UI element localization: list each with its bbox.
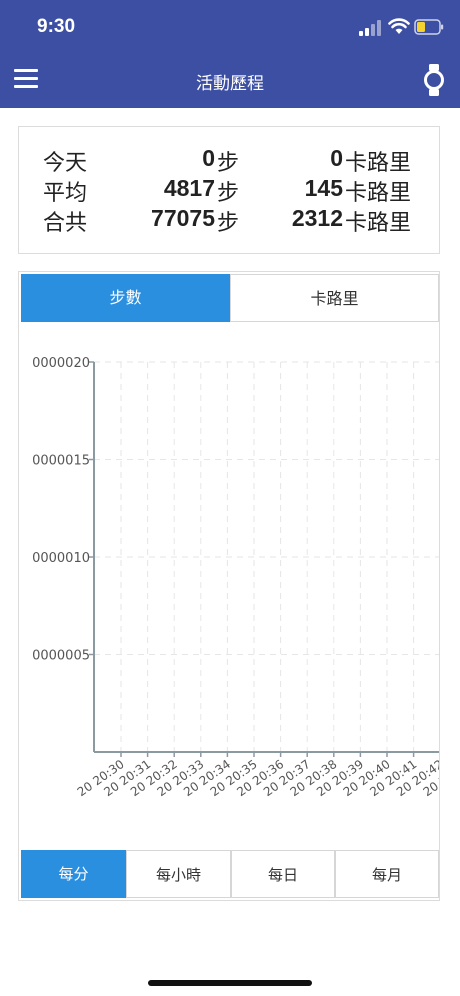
summary-label: 合共 xyxy=(43,211,88,236)
calories-value: 145 xyxy=(304,175,343,201)
y-tick-label: 0000015 xyxy=(32,454,90,469)
steps-unit: 步 xyxy=(217,181,240,206)
calories-unit: 卡路里 xyxy=(345,181,412,206)
tab-per-day[interactable]: 每日 xyxy=(231,850,335,898)
summary-label: 平均 xyxy=(43,181,88,206)
home-indicator xyxy=(148,980,312,986)
steps-chart: 000000500000100000015000002020 20:3020 2… xyxy=(32,356,439,799)
chart-panel: 步數 卡路里 0000005 0000010 0000015 0000020 20 20… xyxy=(18,271,440,901)
tab-per-hour[interactable]: 每小時 xyxy=(126,850,231,898)
period-tabs: 每分 每小時 每日 每月 xyxy=(21,850,439,898)
tab-per-minute[interactable]: 每分 xyxy=(21,850,126,898)
calories-unit: 卡路里 xyxy=(345,151,412,176)
battery-icon xyxy=(414,19,444,35)
tab-calories[interactable]: 卡路里 xyxy=(230,274,439,322)
tab-per-month[interactable]: 每月 xyxy=(335,850,439,898)
calories-unit: 卡路里 xyxy=(345,211,412,236)
app-header: 9:30 活動歷程 xyxy=(0,0,460,108)
calories-value: 2312 xyxy=(291,205,343,231)
tab-steps[interactable]: 步數 xyxy=(21,274,230,322)
y-tick-label: 0000020 xyxy=(32,356,90,371)
wifi-icon xyxy=(388,18,410,34)
summary-label: 今天 xyxy=(43,151,88,176)
summary-row-total: 合共 77075 步 2312 卡路里 xyxy=(19,205,439,236)
watch-icon[interactable] xyxy=(424,64,444,96)
page-title: 活動歷程 xyxy=(196,74,264,94)
summary-row-average: 平均 4817 步 145 卡路里 xyxy=(19,175,439,206)
summary-row-today: 今天 0 步 0 卡路里 xyxy=(19,145,439,176)
steps-value: 4817 xyxy=(163,175,215,201)
steps-unit: 步 xyxy=(217,151,240,176)
steps-unit: 步 xyxy=(217,211,240,236)
y-tick-label: 0000010 xyxy=(32,551,90,566)
steps-value: 0 xyxy=(202,145,215,171)
steps-value: 77075 xyxy=(151,205,215,231)
y-tick-label: 0000005 xyxy=(32,649,90,664)
cellular-signal-icon xyxy=(359,20,381,36)
activity-summary-card: 今天 0 步 0 卡路里 平均 4817 步 145 卡路里 合共 77075 … xyxy=(18,126,440,254)
status-time: 9:30 xyxy=(37,16,76,37)
metric-tabs: 步數 卡路里 xyxy=(21,274,439,322)
calories-value: 0 xyxy=(330,145,343,171)
